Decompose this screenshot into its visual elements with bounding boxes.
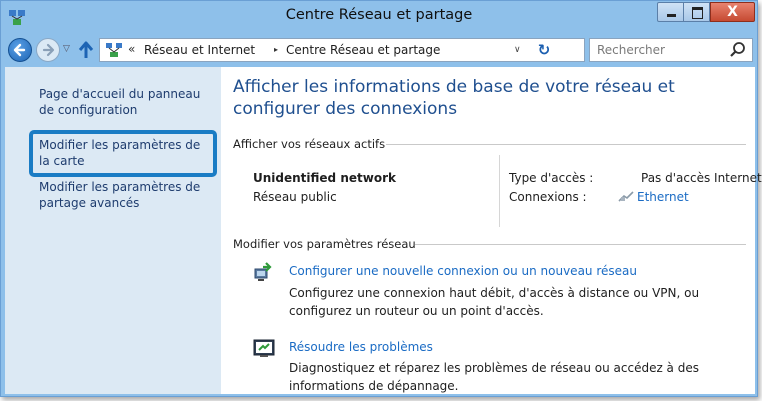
setup-connection-link[interactable]: Configurer une nouvelle connexion ou un … xyxy=(289,264,637,278)
main-panel: Afficher les informations de base de vot… xyxy=(233,67,762,394)
content-area: Page d'accueil du panneau de configurati… xyxy=(5,67,762,394)
search-icon[interactable] xyxy=(728,41,748,59)
breadcrumb-centre-reseau[interactable]: Centre Réseau et partage xyxy=(286,43,440,57)
access-type-value: Pas d'accès Internet xyxy=(641,171,762,185)
close-button[interactable]: X xyxy=(710,2,755,22)
close-icon: X xyxy=(727,4,738,20)
vertical-divider xyxy=(499,155,500,227)
section-divider xyxy=(386,144,746,145)
sidebar-item-advanced-sharing[interactable]: Modifier les paramètres de partage avanc… xyxy=(39,179,209,211)
ethernet-icon xyxy=(618,191,634,202)
access-type-label: Type d'accès : xyxy=(509,171,594,185)
section-divider xyxy=(415,244,746,245)
recent-pages-dropdown-icon[interactable]: ▽ xyxy=(63,44,70,54)
troubleshoot-icon xyxy=(253,339,275,357)
maximize-button[interactable] xyxy=(684,2,710,22)
forward-arrow-icon xyxy=(42,43,55,57)
connections-label: Connexions : xyxy=(509,190,587,204)
window: Centre Réseau et partage X ▽ « Réseau et… xyxy=(0,0,762,397)
network-setup-icon xyxy=(254,262,272,281)
ethernet-link[interactable]: Ethernet xyxy=(637,190,689,204)
breadcrumb-separator-icon[interactable]: ▸ xyxy=(274,45,278,54)
settings-heading: Modifier vos paramètres réseau xyxy=(233,237,416,251)
sidebar: Page d'accueil du panneau de configurati… xyxy=(5,67,221,394)
setup-connection-description: Configurez une connexion haut débit, d'a… xyxy=(289,286,700,318)
active-networks-heading: Afficher vos réseaux actifs xyxy=(233,137,386,151)
title-bar[interactable]: Centre Réseau et partage X xyxy=(1,1,757,33)
sidebar-item-control-panel-home[interactable]: Page d'accueil du panneau de configurati… xyxy=(39,86,209,118)
refresh-icon[interactable]: ↻ xyxy=(534,40,554,60)
up-arrow-icon[interactable] xyxy=(77,40,95,60)
page-title: Afficher les informations de base de vot… xyxy=(233,77,675,119)
minimize-button[interactable] xyxy=(657,2,684,22)
navigation-bar: ▽ « Réseau et Internet ▸ Centre Réseau e… xyxy=(1,33,757,67)
address-dropdown-icon[interactable]: ∨ xyxy=(514,45,521,55)
back-arrow-icon xyxy=(13,43,26,57)
back-button[interactable] xyxy=(8,38,32,62)
troubleshoot-link[interactable]: Résoudre les problèmes xyxy=(289,340,433,354)
network-category: Réseau public xyxy=(253,190,337,204)
troubleshoot-description: Diagnostiquez et réparez les problèmes d… xyxy=(289,361,699,393)
network-location-icon xyxy=(106,43,122,57)
address-bar[interactable]: « Réseau et Internet ▸ Centre Réseau et … xyxy=(99,38,585,62)
breadcrumb-prefix[interactable]: « xyxy=(128,42,135,56)
search-box xyxy=(589,38,753,62)
forward-button[interactable] xyxy=(36,38,60,62)
sidebar-item-adapter-settings[interactable]: Modifier les paramètres de la carte xyxy=(39,137,209,169)
window-title: Centre Réseau et partage xyxy=(285,7,473,23)
search-input[interactable] xyxy=(590,39,722,61)
network-name: Unidentified network xyxy=(253,171,396,185)
breadcrumb-reseau-internet[interactable]: Réseau et Internet xyxy=(144,43,255,57)
